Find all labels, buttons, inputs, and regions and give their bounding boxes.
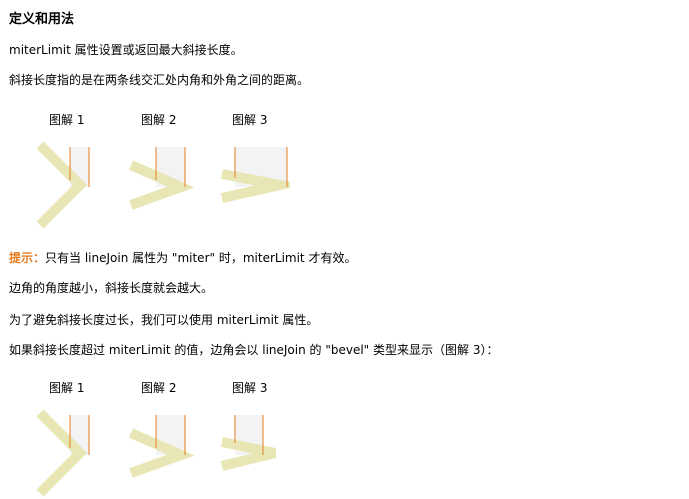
caption-figure-2-bottom: 图解 2 (141, 381, 177, 395)
caption-figure-2: 图解 2 (141, 113, 177, 127)
caption-figure-1: 图解 1 (49, 113, 85, 127)
caption-figure-3-bottom: 图解 3 (232, 381, 268, 395)
paragraph-avoid: 为了避免斜接长度过长，我们可以使用 miterLimit 属性。 (9, 313, 319, 327)
paragraph-miter-length: 斜接长度指的是在两条线交汇处内角和外角之间的距离。 (9, 73, 310, 87)
figure-2-miter-diagram (126, 140, 196, 230)
figure-1-miter-diagram (30, 140, 100, 230)
figure-1-bevel-diagram (30, 408, 100, 498)
paragraph-angle: 边角的角度越小，斜接长度就会越大。 (9, 281, 214, 295)
figure-3-miter-diagram (220, 140, 290, 230)
caption-figure-3: 图解 3 (232, 113, 268, 127)
caption-figure-1-bottom: 图解 1 (49, 381, 85, 395)
tip-paragraph: 提示：只有当 lineJoin 属性为 "miter" 时，miterLimit… (9, 250, 356, 266)
paragraph-bevel: 如果斜接长度超过 miterLimit 的值，边角会以 lineJoin 的 "… (9, 343, 499, 357)
figure-2-bevel-diagram (126, 408, 196, 498)
paragraph-definition: miterLimit 属性设置或返回最大斜接长度。 (9, 43, 243, 57)
figure-3-bevel-diagram (220, 408, 290, 498)
tip-text: 只有当 lineJoin 属性为 "miter" 时，miterLimit 才有… (45, 251, 357, 265)
page-heading: 定义和用法 (9, 12, 75, 27)
tip-label: 提示： (9, 251, 46, 265)
